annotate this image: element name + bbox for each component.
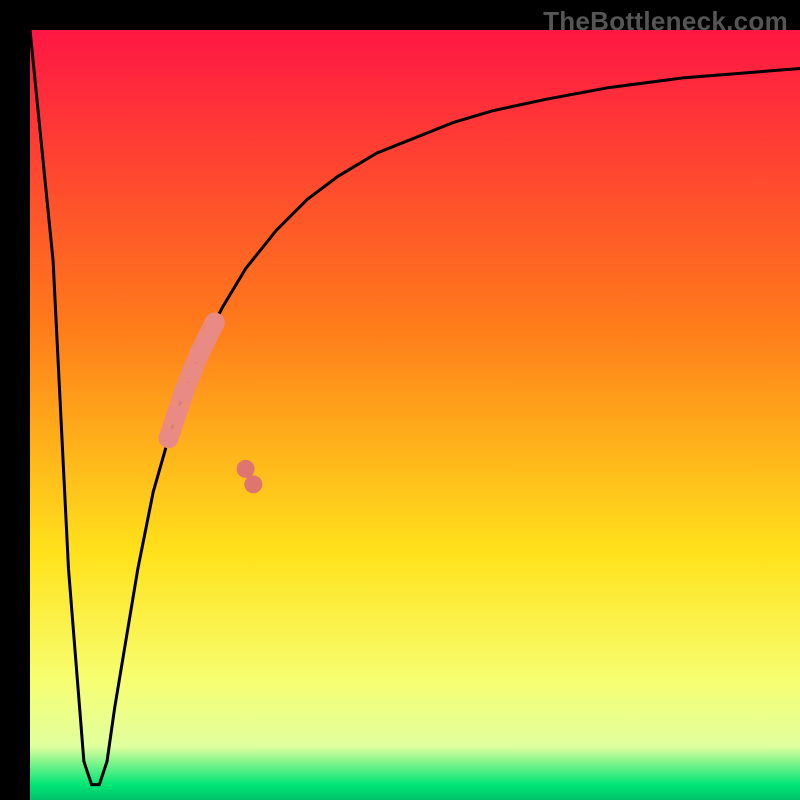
marker-dot — [244, 475, 262, 493]
marker-dot — [159, 428, 179, 448]
gradient-background — [30, 30, 800, 800]
marker-dot — [205, 313, 225, 333]
marker-dot — [237, 460, 255, 478]
plot-area — [30, 30, 800, 800]
watermark-text: TheBottleneck.com — [543, 6, 788, 37]
chart-frame: TheBottleneck.com — [0, 0, 800, 800]
marker-dot — [166, 405, 186, 425]
chart-svg — [30, 30, 800, 800]
marker-dot — [182, 363, 202, 383]
marker-dot — [174, 382, 194, 402]
